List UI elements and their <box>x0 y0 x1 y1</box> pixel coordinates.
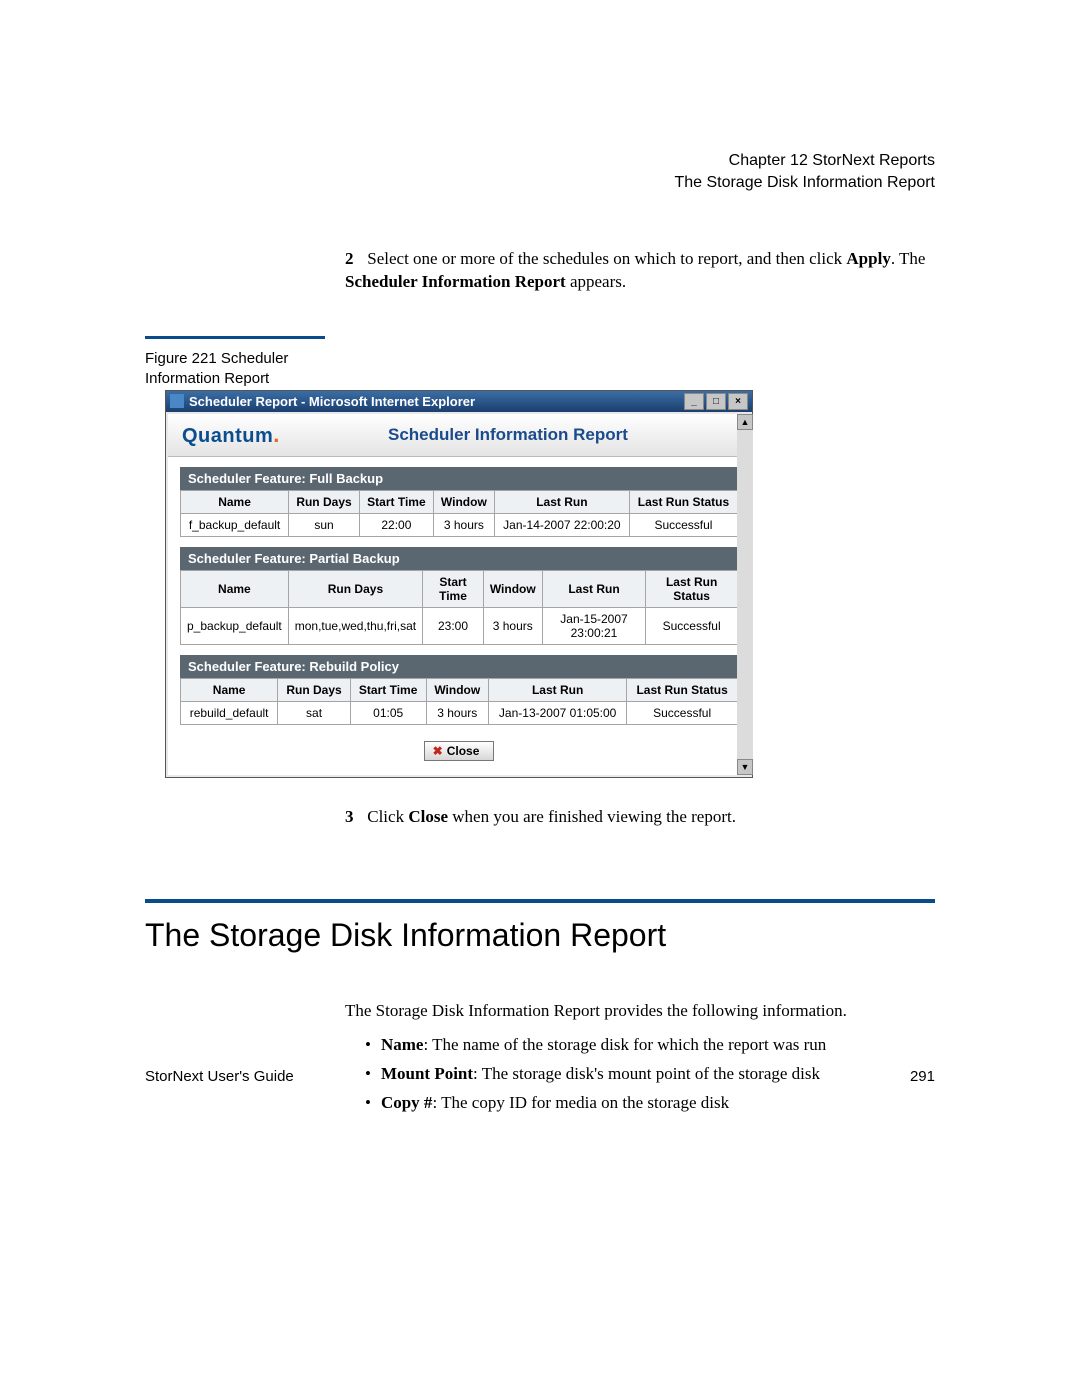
header-section: The Storage Disk Information Report <box>145 172 935 194</box>
table-header: Last Run Status <box>646 570 738 607</box>
table-header: Run Days <box>278 678 350 701</box>
table-cell: p_backup_default <box>181 607 289 644</box>
ie-window: Scheduler Report - Microsoft Internet Ex… <box>165 390 753 778</box>
table-header: Run Days <box>288 570 422 607</box>
table-cell: 3 hours <box>483 607 542 644</box>
table-cell: mon,tue,wed,thu,fri,sat <box>288 607 422 644</box>
table-cell: f_backup_default <box>181 513 289 536</box>
table-header: Start Time <box>359 490 433 513</box>
window-titlebar: Scheduler Report - Microsoft Internet Ex… <box>166 391 752 412</box>
page-footer: StorNext User's Guide 291 <box>145 1068 935 1085</box>
header-chapter: Chapter 12 StorNext Reports <box>145 150 935 172</box>
table-header: Window <box>483 570 542 607</box>
table-cell: Successful <box>646 607 738 644</box>
step-number: 3 <box>345 806 363 829</box>
table-header: Last Run <box>494 490 629 513</box>
table-row: p_backup_defaultmon,tue,wed,thu,fri,sat2… <box>181 607 738 644</box>
scrollbar[interactable]: ▲ ▼ <box>737 414 753 775</box>
brand-logo: Quantum. <box>182 422 280 448</box>
table-header: Name <box>181 570 289 607</box>
step-number: 2 <box>345 248 363 271</box>
table-row: rebuild_defaultsat01:053 hoursJan-13-200… <box>181 701 738 724</box>
table-cell: 23:00 <box>423 607 484 644</box>
table-header: Name <box>181 490 289 513</box>
feature-block: Scheduler Feature: Rebuild PolicyNameRun… <box>180 655 738 725</box>
list-item: Name: The name of the storage disk for w… <box>345 1031 935 1060</box>
step-bold-close: Close <box>408 807 448 826</box>
table-header: Run Days <box>289 490 360 513</box>
list-item: Copy #: The copy ID for media on the sto… <box>345 1089 935 1118</box>
table-header: Last Run Status <box>627 678 738 701</box>
window-close-button[interactable]: × <box>728 393 748 410</box>
table-header: Last Run <box>542 570 646 607</box>
table-cell: sun <box>289 513 360 536</box>
footer-page-number: 291 <box>294 1068 935 1085</box>
feature-table: NameRun DaysStart TimeWindowLast RunLast… <box>180 678 738 725</box>
maximize-button[interactable]: □ <box>706 393 726 410</box>
table-header: Last Run <box>488 678 626 701</box>
page-header: Chapter 12 StorNext Reports The Storage … <box>145 150 935 193</box>
close-label: Close <box>447 744 480 758</box>
table-cell: Jan-15-2007 23:00:21 <box>542 607 646 644</box>
table-header: Last Run Status <box>629 490 737 513</box>
feature-header: Scheduler Feature: Rebuild Policy <box>180 655 738 678</box>
close-button[interactable]: ✖ Close <box>424 741 495 761</box>
table-cell: Jan-14-2007 22:00:20 <box>494 513 629 536</box>
step-bold-report: Scheduler Information Report <box>345 272 566 291</box>
feature-block: Scheduler Feature: Full BackupNameRun Da… <box>180 467 738 537</box>
section-intro: The Storage Disk Information Report prov… <box>345 999 935 1024</box>
close-icon: ✖ <box>433 744 443 758</box>
section-divider <box>145 899 935 903</box>
feature-header: Scheduler Feature: Full Backup <box>180 467 738 490</box>
table-cell: 3 hours <box>433 513 494 536</box>
footer-left: StorNext User's Guide <box>145 1068 294 1085</box>
table-cell: 3 hours <box>426 701 488 724</box>
step-bold-apply: Apply <box>846 249 890 268</box>
feature-table: NameRun DaysStart TimeWindowLast RunLast… <box>180 490 738 537</box>
table-cell: Successful <box>627 701 738 724</box>
minimize-button[interactable]: _ <box>684 393 704 410</box>
feature-header: Scheduler Feature: Partial Backup <box>180 547 738 570</box>
feature-table: NameRun DaysStart TimeWindowLast RunLast… <box>180 570 738 645</box>
table-header: Start Time <box>423 570 484 607</box>
table-cell: rebuild_default <box>181 701 278 724</box>
ie-icon <box>170 394 184 408</box>
table-cell: 22:00 <box>359 513 433 536</box>
step-3: 3 Click Close when you are finished view… <box>345 806 935 829</box>
report-title: Scheduler Information Report <box>280 425 736 445</box>
scroll-down-icon[interactable]: ▼ <box>737 759 753 775</box>
figure-row: Figure 221 Scheduler Information Report … <box>145 336 935 778</box>
step-text: Select one or more of the schedules on w… <box>367 249 846 268</box>
table-header: Window <box>433 490 494 513</box>
report-body: Quantum. Scheduler Information Report Sc… <box>168 414 750 775</box>
table-header: Name <box>181 678 278 701</box>
section-title: The Storage Disk Information Report <box>145 917 935 954</box>
table-row: f_backup_defaultsun22:003 hoursJan-14-20… <box>181 513 738 536</box>
figure-caption: Figure 221 Scheduler Information Report <box>145 336 325 390</box>
feature-block: Scheduler Feature: Partial BackupNameRun… <box>180 547 738 645</box>
table-header: Start Time <box>350 678 426 701</box>
table-header: Window <box>426 678 488 701</box>
step-2: 2 Select one or more of the schedules on… <box>345 248 935 294</box>
window-title: Scheduler Report - Microsoft Internet Ex… <box>189 394 475 409</box>
report-header: Quantum. Scheduler Information Report <box>168 414 750 457</box>
scroll-up-icon[interactable]: ▲ <box>737 414 753 430</box>
table-cell: Jan-13-2007 01:05:00 <box>488 701 626 724</box>
table-cell: 01:05 <box>350 701 426 724</box>
table-cell: sat <box>278 701 350 724</box>
table-cell: Successful <box>629 513 737 536</box>
